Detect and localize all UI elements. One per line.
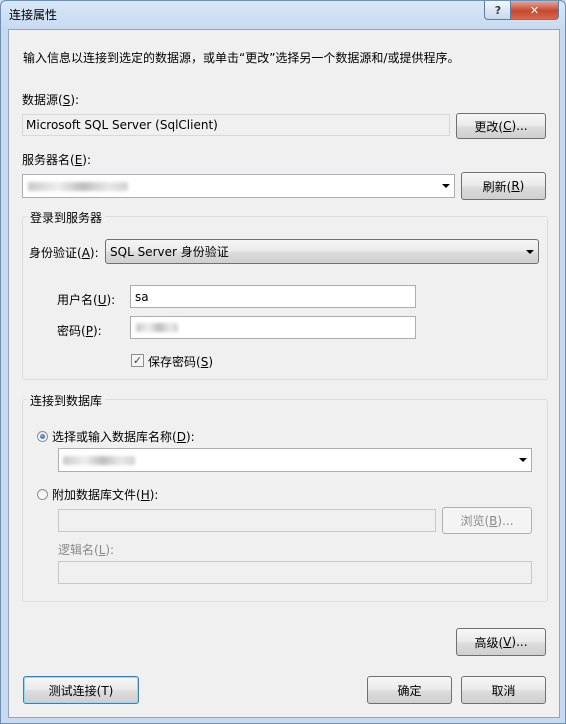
database-name-redacted: [63, 456, 135, 465]
browse-button[interactable]: 浏览(B)...: [442, 507, 532, 534]
password-input[interactable]: [130, 316, 416, 339]
select-database-radio[interactable]: [37, 431, 48, 442]
password-label: 密码(P):: [57, 324, 102, 338]
dialog-body: 输入信息以连接到选定的数据源，或单击“更改”选择另一个数据源和/或提供程序。 数…: [8, 29, 560, 718]
test-connection-button[interactable]: 测试连接(T): [23, 676, 139, 704]
server-name-combo[interactable]: [22, 174, 455, 198]
logical-name-input[interactable]: [58, 561, 532, 584]
chevron-down-icon: [442, 184, 450, 188]
attach-database-label[interactable]: 附加数据库文件(H):: [52, 486, 158, 503]
database-group-title: 连接到数据库: [27, 392, 106, 409]
connection-properties-dialog: 连接属性 ? ✕ 输入信息以连接到选定的数据源，或单击“更改”选择另一个数据源和…: [0, 0, 566, 724]
data-source-label: 数据源(S):: [22, 93, 80, 107]
window-title: 连接属性: [9, 8, 58, 22]
cancel-button[interactable]: 取消: [461, 676, 546, 704]
ok-button[interactable]: 确定: [367, 676, 452, 704]
username-label: 用户名(U):: [57, 293, 116, 307]
chevron-down-icon: [519, 458, 527, 462]
refresh-button[interactable]: 刷新(R): [461, 172, 546, 200]
save-password-label[interactable]: 保存密码(S): [148, 353, 213, 370]
server-name-redacted: [28, 182, 128, 191]
password-redacted: [136, 323, 178, 332]
change-data-source-button[interactable]: 更改(C)...: [456, 113, 546, 139]
database-name-combo[interactable]: [58, 448, 532, 472]
authentication-dropdown[interactable]: SQL Server 身份验证: [105, 239, 539, 264]
save-password-checkbox[interactable]: ✓: [131, 354, 144, 367]
close-button[interactable]: ✕: [510, 1, 559, 20]
title-bar[interactable]: 连接属性 ? ✕: [1, 1, 565, 29]
authentication-value: SQL Server 身份验证: [110, 245, 229, 259]
select-database-label[interactable]: 选择或输入数据库名称(D):: [52, 428, 195, 445]
chevron-down-icon: [526, 249, 534, 254]
data-source-value: Microsoft SQL Server (SqlClient): [22, 114, 450, 136]
advanced-button[interactable]: 高级(V)...: [456, 628, 546, 656]
authentication-label: 身份验证(A):: [29, 246, 99, 260]
attach-database-radio[interactable]: [37, 489, 48, 500]
login-group-title: 登录到服务器: [27, 209, 106, 226]
help-button[interactable]: ?: [484, 1, 512, 20]
attach-file-input[interactable]: [58, 509, 436, 532]
logical-name-label: 逻辑名(L):: [58, 543, 115, 557]
server-name-label: 服务器名(E):: [22, 153, 92, 167]
username-input[interactable]: sa: [130, 285, 416, 308]
intro-text: 输入信息以连接到选定的数据源，或单击“更改”选择另一个数据源和/或提供程序。: [23, 51, 460, 65]
